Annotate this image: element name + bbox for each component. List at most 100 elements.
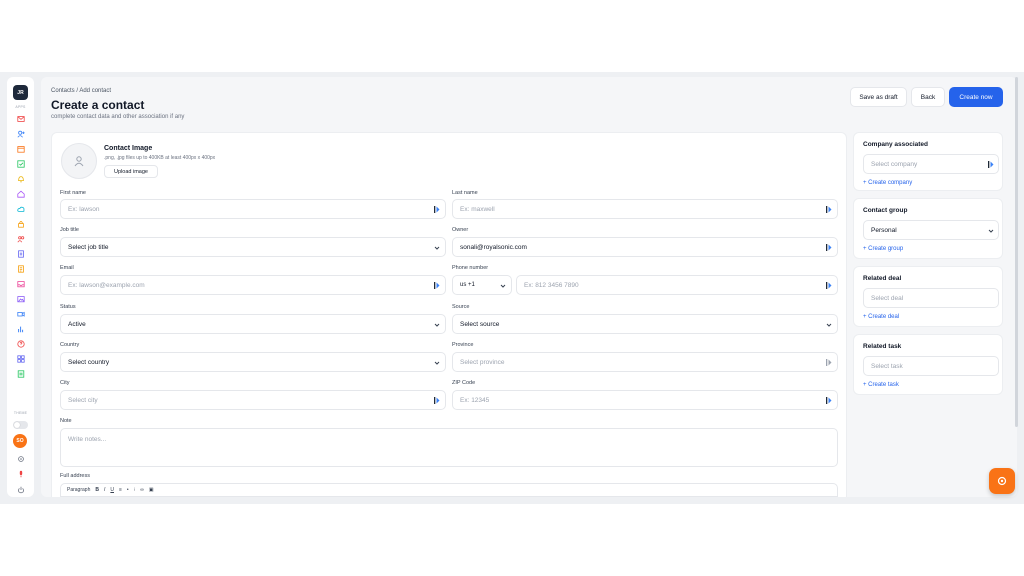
file-icon[interactable] xyxy=(16,369,25,378)
province-label: Province xyxy=(452,342,474,348)
autofill-icon xyxy=(434,282,440,289)
owner-label: Owner xyxy=(452,227,469,233)
bell-icon[interactable] xyxy=(16,174,25,183)
bold-button[interactable]: B xyxy=(95,487,99,493)
home-icon[interactable] xyxy=(16,189,25,198)
help-icon[interactable] xyxy=(16,339,25,348)
group-value: Personal xyxy=(871,226,897,234)
phone-label: Phone number xyxy=(452,265,489,271)
checklist-icon[interactable] xyxy=(16,159,25,168)
numbered-list-icon[interactable]: ⁝ xyxy=(134,487,136,493)
email-label: Email xyxy=(60,265,74,271)
upload-image-button[interactable]: Upload image xyxy=(104,165,158,178)
bullet-list-icon[interactable]: • xyxy=(127,487,129,493)
country-label: Country xyxy=(60,342,80,348)
chevron-down-icon xyxy=(434,361,440,365)
back-button[interactable]: Back xyxy=(911,87,945,107)
phone-input[interactable]: Ex: 812 3456 7890 xyxy=(516,275,838,295)
zip-input[interactable]: Ex: 12345 xyxy=(452,390,838,410)
notes-icon[interactable] xyxy=(16,264,25,273)
team-icon[interactable] xyxy=(16,234,25,243)
phone-placeholder: Ex: 812 3456 7890 xyxy=(524,281,579,289)
theme-toggle[interactable] xyxy=(13,421,28,429)
source-select[interactable]: Select source xyxy=(452,314,838,334)
province-input[interactable]: Select province xyxy=(452,352,838,372)
page-subtitle: complete contact data and other associat… xyxy=(51,114,185,120)
power-icon[interactable] xyxy=(16,485,25,494)
autofill-icon xyxy=(988,161,994,168)
group-panel-title: Contact group xyxy=(863,207,908,214)
deal-panel-title: Related deal xyxy=(863,275,902,282)
create-company-link[interactable]: + Create company xyxy=(863,180,912,186)
lock-icon[interactable] xyxy=(16,219,25,228)
company-select[interactable]: Select company xyxy=(863,154,999,174)
save-draft-button[interactable]: Save as draft xyxy=(850,87,907,107)
autofill-icon xyxy=(826,206,832,213)
country-select[interactable]: Select country xyxy=(60,352,446,372)
owner-value: sonali@royalsonic.com xyxy=(460,243,527,251)
deal-select[interactable]: Select deal xyxy=(863,288,999,308)
task-placeholder: Select task xyxy=(871,362,903,370)
note-textarea[interactable]: Write notes... xyxy=(60,428,838,467)
zip-placeholder: Ex: 12345 xyxy=(460,396,490,404)
contact-image-placeholder[interactable] xyxy=(61,143,97,179)
chevron-down-icon xyxy=(434,323,440,327)
create-group-link[interactable]: + Create group xyxy=(863,246,903,252)
chevron-down-icon xyxy=(434,246,440,250)
email-input[interactable]: Ex: lawson@example.com xyxy=(60,275,446,295)
autofill-icon xyxy=(434,206,440,213)
first-name-placeholder: Ex: lawson xyxy=(68,205,100,213)
paragraph-style-select[interactable]: Paragraph xyxy=(67,487,90,493)
add-user-icon[interactable] xyxy=(16,129,25,138)
video-icon[interactable] xyxy=(16,309,25,318)
country-code-select[interactable]: us +1 xyxy=(452,275,512,295)
link-icon[interactable]: ∞ xyxy=(140,487,144,493)
chevron-down-icon xyxy=(988,229,994,233)
inbox-icon[interactable] xyxy=(16,279,25,288)
owner-input[interactable]: sonali@royalsonic.com xyxy=(452,237,838,257)
city-input[interactable]: Select city xyxy=(60,390,446,410)
autofill-icon xyxy=(434,397,440,404)
task-panel: Related task Select task + Create task xyxy=(853,334,1003,395)
create-task-link[interactable]: + Create task xyxy=(863,382,899,388)
group-panel: Contact group Personal + Create group xyxy=(853,198,1003,259)
task-select[interactable]: Select task xyxy=(863,356,999,376)
strikethrough-icon[interactable]: ≡ xyxy=(119,487,122,493)
mic-icon[interactable] xyxy=(16,469,25,478)
province-placeholder: Select province xyxy=(460,358,505,366)
document-icon[interactable] xyxy=(16,249,25,258)
autofill-icon xyxy=(826,282,832,289)
underline-button[interactable]: U xyxy=(110,487,114,493)
cloud-icon[interactable] xyxy=(16,204,25,213)
italic-button[interactable]: I xyxy=(104,487,105,493)
image-icon[interactable] xyxy=(16,294,25,303)
first-name-input[interactable]: Ex: lawson xyxy=(60,199,446,219)
job-title-select[interactable]: Select job title xyxy=(60,237,446,257)
deal-panel: Related deal Select deal + Create deal xyxy=(853,266,1003,327)
address-editor-toolbar: Paragraph B I U ≡ • ⁝ ∞ ▣ xyxy=(60,483,838,497)
deal-placeholder: Select deal xyxy=(871,294,904,302)
workspace-logo[interactable]: JR xyxy=(13,85,28,100)
calendar-icon[interactable] xyxy=(16,144,25,153)
assistant-fab[interactable] xyxy=(989,468,1015,494)
last-name-input[interactable]: Ex: maxwell xyxy=(452,199,838,219)
status-label: Status xyxy=(60,304,76,310)
country-value: Select country xyxy=(68,358,110,366)
breadcrumb[interactable]: Contacts / Add contact xyxy=(51,88,111,94)
job-title-label: Job title xyxy=(60,227,79,233)
settings-icon[interactable] xyxy=(16,454,25,463)
source-value: Select source xyxy=(460,320,500,328)
create-deal-link[interactable]: + Create deal xyxy=(863,314,899,320)
company-panel: Company associated Select company + Crea… xyxy=(853,132,1003,191)
create-now-button[interactable]: Create now xyxy=(949,87,1003,107)
mail-icon[interactable] xyxy=(16,114,25,123)
group-select[interactable]: Personal xyxy=(863,220,999,240)
image-insert-icon[interactable]: ▣ xyxy=(149,487,154,493)
page-scrollbar[interactable] xyxy=(1015,77,1018,427)
contact-image-hint: .png, .jpg files up to 400KB at least 40… xyxy=(104,155,216,161)
status-select[interactable]: Active xyxy=(60,314,446,334)
theme-label: THEME xyxy=(13,411,28,415)
chart-icon[interactable] xyxy=(16,324,25,333)
user-avatar[interactable]: SO xyxy=(13,434,27,448)
grid-icon[interactable] xyxy=(16,354,25,363)
